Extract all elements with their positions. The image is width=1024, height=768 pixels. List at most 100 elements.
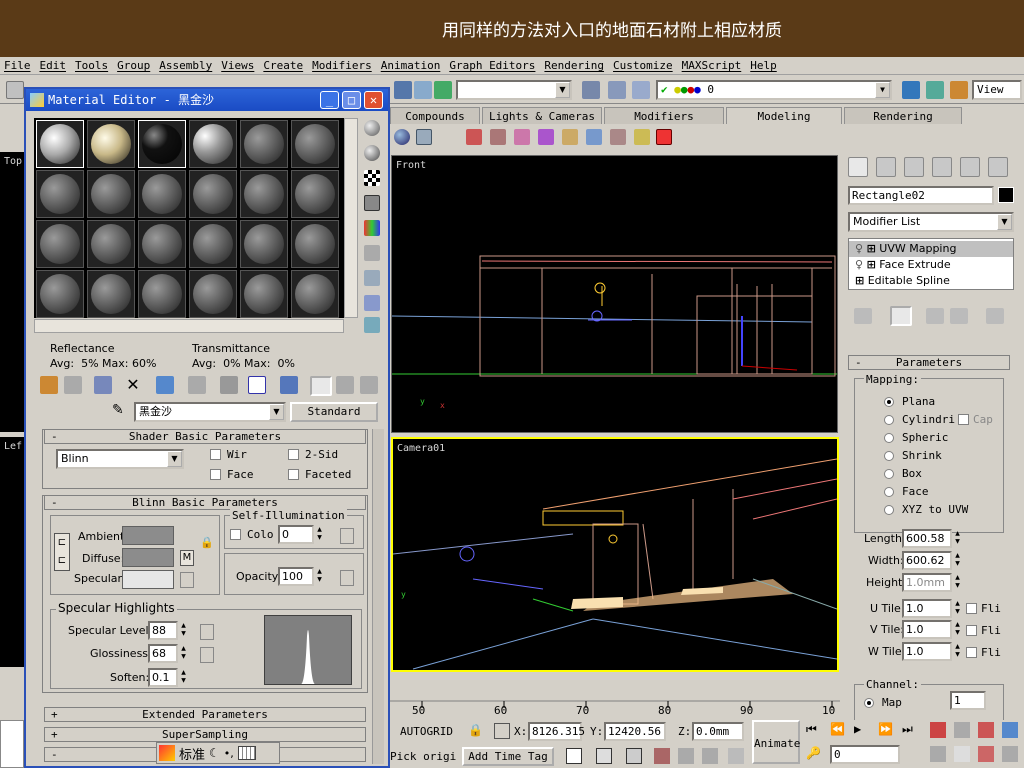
menu-graph-editors[interactable]: Graph Editors — [449, 59, 535, 72]
lock-selection-icon[interactable]: 🔒 — [468, 723, 483, 737]
y-coordinate-field[interactable]: 12420.56 — [604, 722, 666, 741]
self-illum-color-checkbox[interactable]: Colo — [230, 528, 274, 541]
height-field[interactable]: 1.0mm — [902, 573, 952, 592]
cap-checkbox[interactable]: Cap — [958, 413, 993, 426]
v-tile-field[interactable]: 1.0 — [902, 620, 952, 639]
animate-button[interactable]: Animate — [752, 720, 800, 764]
sample-slot-15[interactable] — [138, 220, 186, 268]
sample-type-icon[interactable] — [364, 120, 380, 136]
diffuse-color-swatch[interactable] — [122, 548, 174, 567]
menu-customize[interactable]: Customize — [613, 59, 673, 72]
sample-slot-23[interactable] — [240, 270, 288, 318]
layer-manager-icon[interactable] — [632, 81, 650, 99]
u-tile-field[interactable]: 1.0 — [902, 599, 952, 618]
sample-slot-3-active[interactable] — [138, 120, 186, 168]
zoom-extents-all-icon[interactable] — [1002, 722, 1018, 738]
radio-xyz-to-uvw[interactable]: XYZ to UVW — [884, 503, 968, 516]
field-of-view-icon[interactable] — [930, 746, 946, 762]
key-mode-icon[interactable]: 🔑 — [806, 746, 821, 760]
slots-vertical-scrollbar[interactable] — [344, 118, 358, 318]
self-illum-map-button[interactable] — [340, 528, 354, 544]
face-map-checkbox[interactable]: Face — [210, 468, 254, 481]
next-frame-icon[interactable]: ⏩ — [878, 722, 893, 736]
reset-map-icon[interactable]: ✕ — [124, 376, 142, 394]
make-preview-icon[interactable] — [364, 245, 380, 261]
specular-level-field[interactable]: 88 — [148, 621, 178, 640]
z-coordinate-field[interactable]: 0.0mm — [692, 722, 744, 741]
soften-field[interactable]: 0.1 — [148, 668, 178, 687]
w-tile-spinner[interactable]: ▲ ▼ — [953, 643, 962, 660]
radio-spherical[interactable]: Spheric — [884, 431, 948, 444]
zoom-extents-icon[interactable] — [978, 722, 994, 738]
sample-slot-4[interactable] — [189, 120, 237, 168]
angle-snap-icon[interactable] — [678, 748, 694, 764]
w-flip-checkbox[interactable]: Fli — [966, 646, 1001, 659]
glossiness-map-button[interactable] — [200, 647, 214, 663]
wire-checkbox[interactable]: Wir — [210, 448, 247, 461]
menu-views[interactable]: Views — [221, 59, 254, 72]
sample-slot-2[interactable] — [87, 120, 135, 168]
backlight-icon[interactable] — [364, 145, 380, 161]
menu-assembly[interactable]: Assembly — [159, 59, 212, 72]
menu-animation[interactable]: Animation — [381, 59, 441, 72]
self-illum-value-field[interactable]: 0 — [278, 525, 314, 544]
menu-file[interactable]: File — [4, 59, 31, 72]
tab-compounds[interactable]: Compounds — [390, 107, 480, 124]
glossiness-field[interactable]: 68 — [148, 644, 178, 663]
radio-box[interactable]: Box — [884, 467, 922, 480]
sample-slot-18[interactable] — [291, 220, 339, 268]
sample-slot-5[interactable] — [240, 120, 288, 168]
autogrid-label[interactable]: AUTOGRID — [400, 725, 453, 738]
material-type-button[interactable]: Standard — [290, 402, 378, 422]
x-coordinate-field[interactable]: 8126.315 — [528, 722, 585, 741]
assign-to-selection-icon[interactable] — [94, 376, 112, 394]
face-icon[interactable] — [562, 129, 578, 145]
radio-shrink[interactable]: Shrink — [884, 449, 942, 462]
window-crossing-icon[interactable] — [596, 748, 612, 764]
go-to-end-icon[interactable]: ⏭ — [902, 722, 913, 737]
width-field[interactable]: 600.62 — [902, 551, 952, 570]
sample-slot-24[interactable] — [291, 270, 339, 318]
menu-maxscript[interactable]: MAXScript — [682, 59, 742, 72]
grid-icon[interactable] — [416, 129, 432, 145]
options-icon[interactable] — [364, 270, 380, 286]
shader-basic-rollout-header[interactable]: - Shader Basic Parameters — [44, 429, 366, 444]
select-by-name-icon[interactable] — [414, 81, 432, 99]
modifier-list-combo[interactable]: Modifier List ▼ — [848, 212, 1014, 232]
go-to-start-icon[interactable]: ⏮ — [806, 722, 817, 737]
soften-spinner[interactable]: ▲ ▼ — [179, 669, 188, 686]
sample-slot-17[interactable] — [240, 220, 288, 268]
sample-uv-tiling-icon[interactable] — [364, 195, 380, 211]
radio-map-channel[interactable]: Map — [864, 696, 902, 709]
tab-modifiers[interactable]: Modifiers — [604, 107, 724, 124]
object-color-swatch[interactable] — [998, 187, 1014, 203]
maximize-button[interactable]: □ — [342, 91, 361, 109]
select-object-icon[interactable] — [394, 81, 412, 99]
close-button[interactable]: ✕ — [364, 91, 383, 109]
minimize-button[interactable]: _ — [320, 91, 339, 109]
lock-icon[interactable]: 🔒 — [200, 536, 214, 552]
opacity-spinner[interactable]: ▲ ▼ — [315, 568, 324, 585]
top-viewport[interactable]: Top — [0, 152, 24, 432]
sample-slot-9[interactable] — [138, 170, 186, 218]
length-spinner[interactable]: ▲ ▼ — [953, 530, 962, 547]
blinn-basic-rollout-header[interactable]: - Blinn Basic Parameters — [44, 495, 366, 510]
tab-rendering[interactable]: Rendering — [844, 107, 962, 124]
hierarchy-tab-icon[interactable] — [904, 157, 924, 177]
sample-slot-7[interactable] — [36, 170, 84, 218]
percent-snap-icon[interactable] — [702, 748, 718, 764]
slots-horizontal-scrollbar[interactable] — [34, 319, 344, 333]
material-effects-channel-icon[interactable] — [248, 376, 266, 394]
put-to-scene-icon[interactable] — [64, 376, 82, 394]
radio-face[interactable]: Face — [884, 485, 929, 498]
stack-item-uvw-mapping[interactable]: ♀ ⊞ UVW Mapping — [849, 241, 1013, 257]
make-copy-icon[interactable] — [156, 376, 174, 394]
mirror-icon[interactable] — [582, 81, 600, 99]
get-material-icon[interactable] — [40, 376, 58, 394]
pin-stack-icon[interactable] — [854, 308, 872, 324]
extended-parameters-rollout-header[interactable]: + Extended Parameters — [44, 707, 366, 722]
sample-slot-11[interactable] — [240, 170, 288, 218]
material-editor-titlebar[interactable]: Material Editor - 黑金沙 _ □ ✕ — [26, 89, 388, 111]
polygon-icon[interactable] — [586, 129, 602, 145]
vertex-icon[interactable] — [514, 129, 530, 145]
